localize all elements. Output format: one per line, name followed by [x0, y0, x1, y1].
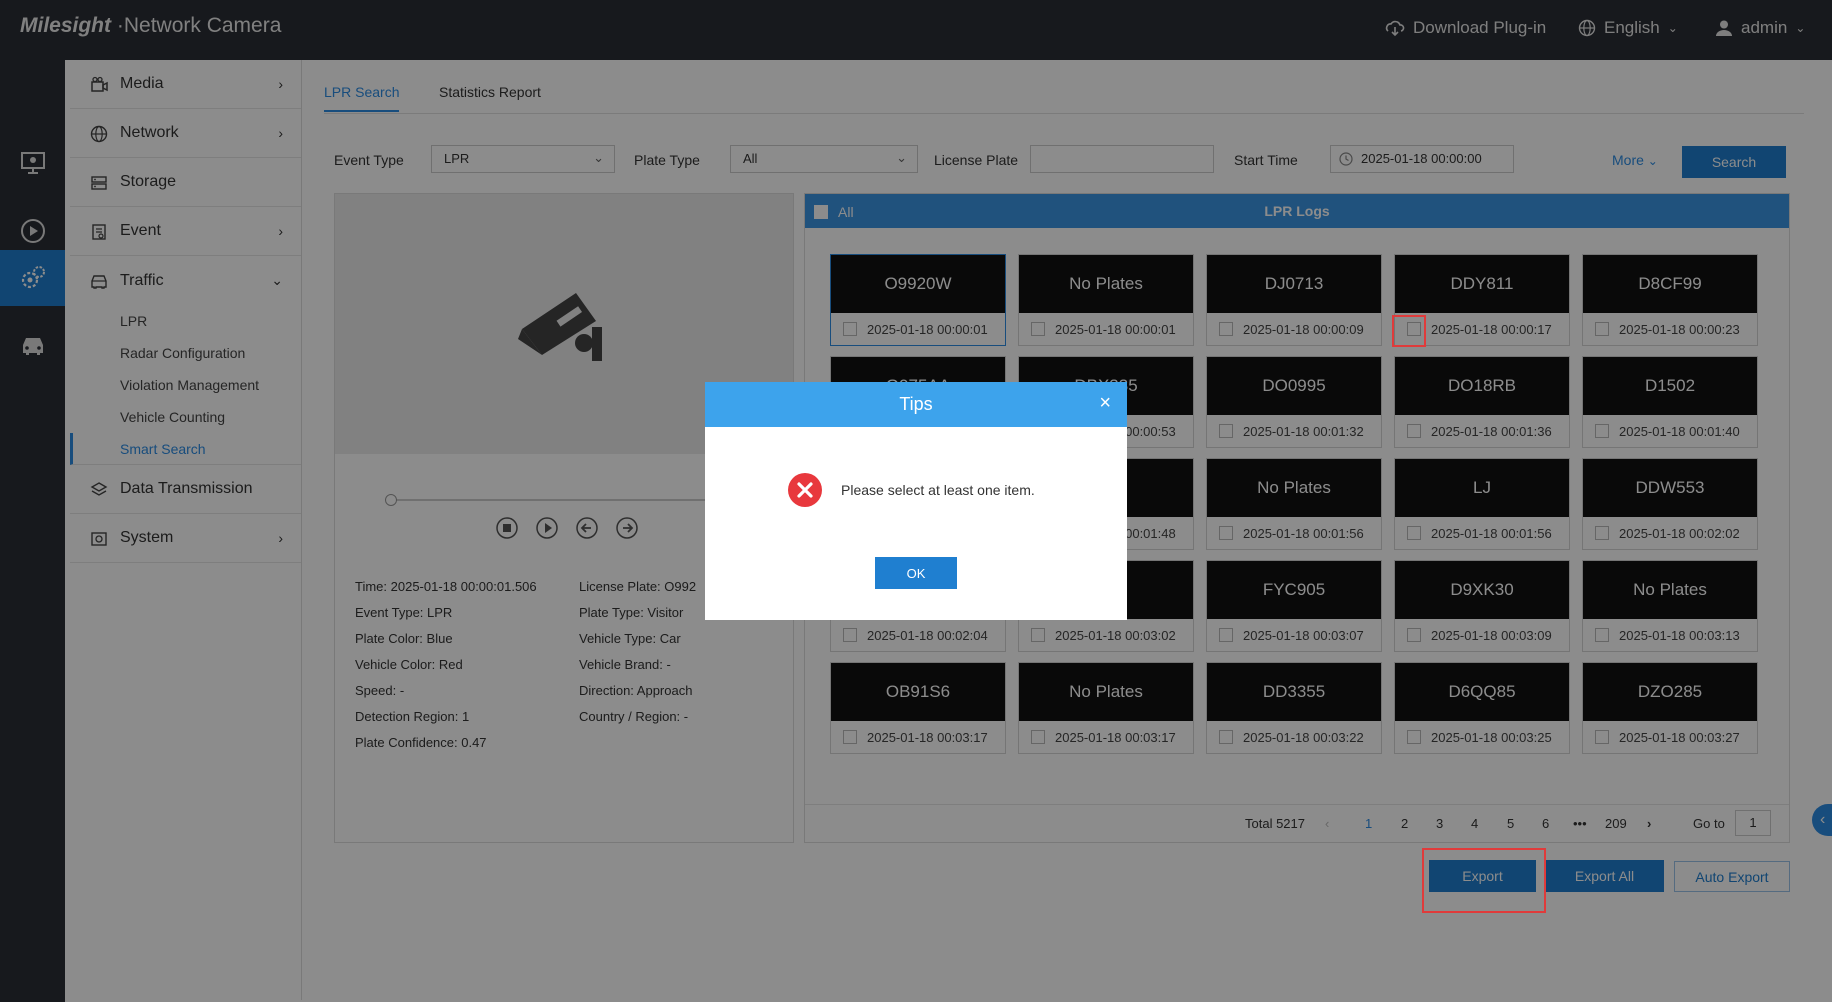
highlight-export-box: [1422, 848, 1546, 913]
dialog-header: Tips ×: [705, 382, 1127, 427]
tips-dialog: Tips × Please select at least one item. …: [705, 382, 1127, 620]
highlight-checkbox-box: [1392, 315, 1426, 347]
dialog-title: Tips: [899, 394, 933, 414]
dialog-message-row: Please select at least one item.: [787, 472, 1035, 508]
error-icon: [788, 473, 822, 507]
ok-button[interactable]: OK: [875, 557, 957, 589]
dialog-message: Please select at least one item.: [841, 482, 1035, 498]
close-icon[interactable]: ×: [1099, 392, 1111, 415]
